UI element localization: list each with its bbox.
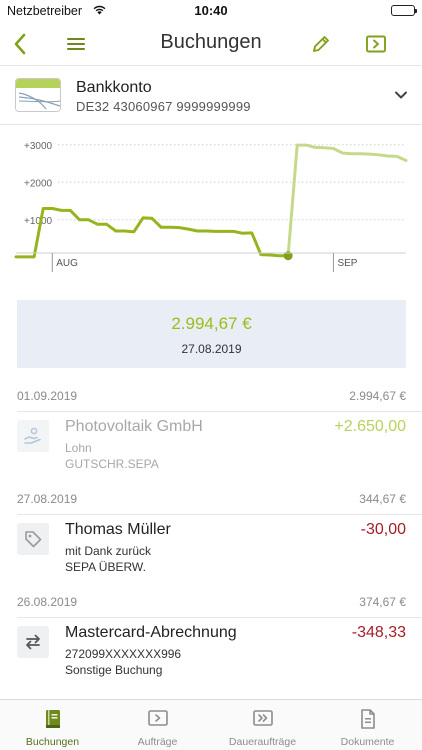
account-selector[interactable]: Bankkonto DE32 43060967 9999999999	[0, 67, 422, 125]
tab-bar: Buchungen Aufträge Daueraufträge Dokumen…	[0, 699, 422, 750]
balance-chart: +3000 +2000 +1000 AUG SEP	[0, 126, 422, 276]
account-name: Bankkonto	[76, 79, 152, 96]
day-date: 27.08.2019	[17, 492, 78, 506]
divider	[17, 411, 422, 412]
chart-x-tick-label: SEP	[337, 258, 357, 269]
transaction-purpose: Lohn	[65, 441, 92, 455]
standing-order-icon	[210, 708, 315, 728]
chart-y-tick-label: +3000	[24, 141, 53, 152]
transaction-amount: -30,00	[360, 521, 406, 538]
day-balance: 344,67 €	[359, 492, 406, 506]
transaction-row[interactable]: Thomas Müller mit Dank zurück SEPA ÜBERW…	[0, 521, 422, 603]
status-bar: Netzbetreiber 10:40	[0, 0, 422, 22]
chevron-down-icon[interactable]	[394, 87, 408, 105]
transfer-icon	[17, 626, 49, 658]
transaction-amount: +2.650,00	[334, 418, 406, 435]
day-header: 26.08.2019 374,67 €	[17, 595, 406, 611]
day-date: 01.09.2019	[17, 389, 78, 403]
day-header: 01.09.2019 2.994,67 €	[17, 389, 406, 405]
divider	[17, 514, 422, 515]
chart-y-tick-label: +1000	[24, 216, 53, 227]
tab-label: Dokumente	[340, 736, 395, 748]
balance-summary: 2.994,67 € 27.08.2019	[17, 300, 406, 368]
new-order-button[interactable]	[360, 28, 392, 60]
transaction-purpose: 272099XXXXXXX996	[65, 647, 182, 661]
order-icon	[105, 708, 210, 728]
transaction-amount: -348,33	[351, 624, 406, 641]
balance-date: 27.08.2019	[181, 342, 242, 356]
transaction-name: Thomas Müller	[65, 521, 171, 538]
chart-series-line	[14, 207, 290, 259]
transaction-type: Sonstige Buchung	[65, 663, 163, 677]
edit-button[interactable]	[305, 28, 337, 60]
day-header: 27.08.2019 344,67 €	[17, 492, 406, 508]
transaction-name: Photovoltaik GmbH	[65, 418, 203, 435]
day-balance: 374,67 €	[359, 595, 406, 609]
transaction-purpose: mit Dank zurück	[65, 544, 152, 558]
battery-icon	[391, 5, 417, 16]
transaction-name: Mastercard-Abrechnung	[65, 624, 237, 641]
balance-amount: 2.994,67 €	[171, 314, 252, 333]
income-icon	[17, 420, 49, 452]
book-icon	[0, 708, 105, 730]
page-title: Buchungen	[160, 31, 262, 53]
transaction-type: GUTSCHR.SEPA	[65, 457, 159, 471]
tab-dokumente[interactable]: Dokumente	[315, 700, 420, 750]
transaction-row[interactable]: Photovoltaik GmbH Lohn GUTSCHR.SEPA +2.6…	[0, 418, 422, 500]
tag-icon	[17, 523, 49, 555]
chart-series-line	[286, 143, 408, 258]
day-balance: 2.994,67 €	[349, 389, 406, 403]
divider	[17, 617, 422, 618]
tab-buchungen[interactable]: Buchungen	[0, 700, 105, 750]
day-date: 26.08.2019	[17, 595, 78, 609]
tab-dauerauftraege[interactable]: Daueraufträge	[210, 700, 315, 750]
tab-label: Daueraufträge	[228, 736, 297, 748]
tab-auftraege[interactable]: Aufträge	[105, 700, 210, 750]
document-icon	[315, 708, 420, 730]
tab-label: Buchungen	[25, 736, 80, 748]
order-icon	[366, 35, 386, 53]
navigation-bar: Buchungen	[0, 22, 422, 66]
transaction-row[interactable]: Mastercard-Abrechnung 272099XXXXXXX996 S…	[0, 624, 422, 706]
bank-logo	[15, 78, 61, 112]
account-iban: DE32 43060967 9999999999	[76, 99, 251, 114]
chart-x-tick-label: AUG	[56, 258, 78, 269]
tab-label: Aufträge	[137, 736, 178, 748]
transaction-type: SEPA ÜBERW.	[65, 560, 146, 574]
balance-chart-svg: +3000 +2000 +1000 AUG SEP	[14, 141, 408, 272]
pencil-icon	[313, 36, 329, 52]
chart-y-tick-label: +2000	[24, 178, 53, 189]
clock: 10:40	[194, 3, 228, 18]
